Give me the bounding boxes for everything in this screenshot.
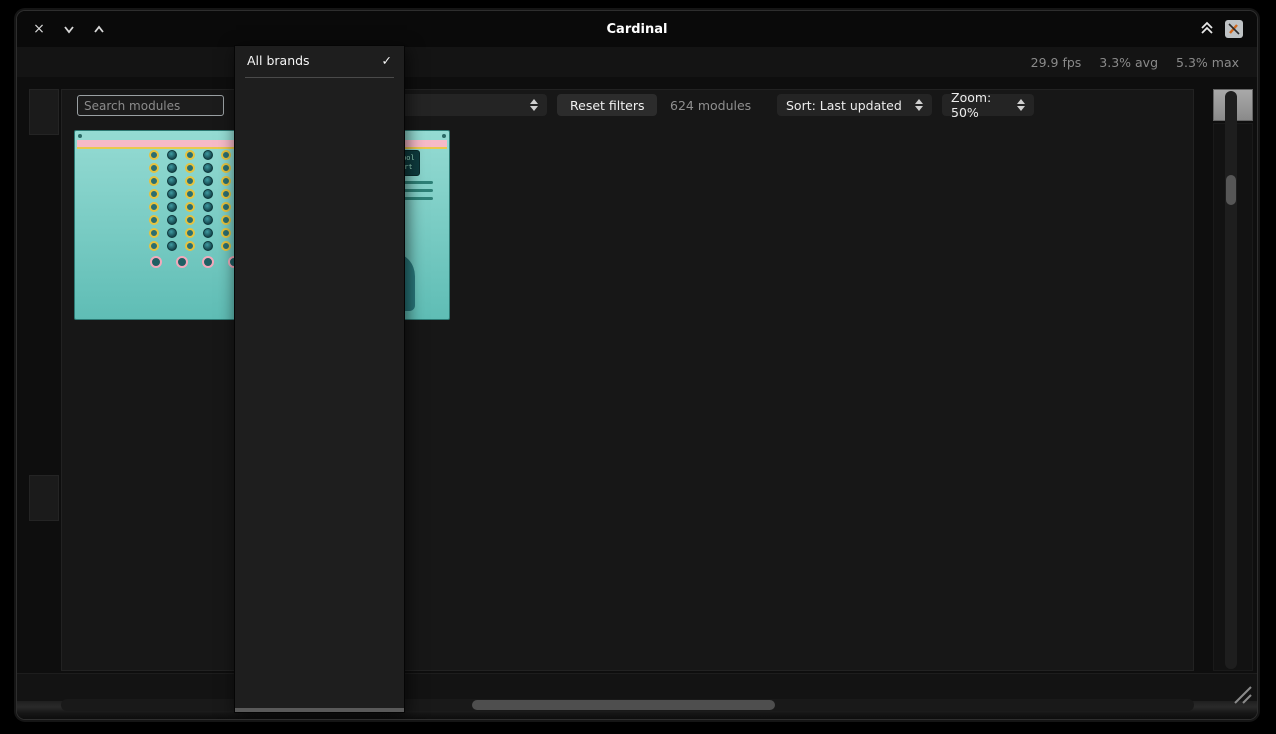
cpu-max-value: 5.3% max <box>1176 55 1239 70</box>
app-window: × Cardinal 29.9 fps 3.3% avg 5.3% max <box>16 10 1258 720</box>
vertical-scrollbar-thumb[interactable] <box>1226 175 1236 205</box>
chevron-down-icon[interactable] <box>61 21 77 37</box>
reset-filters-button[interactable]: Reset filters <box>557 94 657 116</box>
teal-knob-icon <box>203 150 213 160</box>
rack-rail-left-top <box>29 89 59 135</box>
sort-select[interactable]: Sort: Last updated <box>777 94 932 116</box>
spinner-arrows-icon <box>530 99 538 111</box>
yellow-ring-icon <box>149 189 159 199</box>
resize-grip[interactable] <box>1231 683 1253 705</box>
yellow-ring-icon <box>149 163 159 173</box>
tray-pencil-off-icon[interactable] <box>1225 20 1243 38</box>
yellow-ring-icon <box>149 241 159 251</box>
teal-knob-icon <box>167 150 177 160</box>
teal-knob-icon <box>167 215 177 225</box>
dropdown-divider <box>245 77 394 78</box>
yellow-ring-icon <box>149 215 159 225</box>
double-chevron-up-icon[interactable] <box>1199 20 1215 39</box>
rack-rail-bottom <box>17 673 1257 701</box>
teal-knob-icon <box>203 189 213 199</box>
yellow-ring-icon <box>221 202 231 212</box>
yellow-ring-icon <box>185 189 195 199</box>
checkmark-icon: ✓ <box>382 49 392 72</box>
teal-knob-icon <box>203 215 213 225</box>
spinner-arrows-icon <box>915 99 923 111</box>
zoom-select[interactable]: Zoom: 50% <box>942 94 1034 116</box>
dropdown-item-all-brands[interactable]: All brands ✓ <box>235 49 404 72</box>
teal-knob-icon <box>203 241 213 251</box>
yellow-ring-icon <box>149 228 159 238</box>
horizontal-scrollbar[interactable] <box>61 699 1194 711</box>
teal-knob-icon <box>203 202 213 212</box>
module-count: 624 modules <box>670 98 751 113</box>
cpu-avg-value: 3.3% avg <box>1099 55 1158 70</box>
dropdown-scroll-hint <box>235 708 404 712</box>
pink-jack-icon <box>202 256 214 268</box>
performance-stats: 29.9 fps 3.3% avg 5.3% max <box>1031 55 1257 70</box>
yellow-ring-icon <box>221 241 231 251</box>
fps-value: 29.9 fps <box>1031 55 1082 70</box>
pink-jack-icon <box>176 256 188 268</box>
close-icon[interactable]: × <box>31 21 47 37</box>
yellow-ring-icon <box>185 202 195 212</box>
yellow-ring-icon <box>185 215 195 225</box>
zoom-select-label: Zoom: 50% <box>951 90 1007 120</box>
yellow-ring-icon <box>221 189 231 199</box>
module-browser: Tags Reset filters 624 modules Sort: Las… <box>61 89 1194 671</box>
yellow-ring-icon <box>221 228 231 238</box>
search-input[interactable] <box>77 95 224 116</box>
teal-knob-icon <box>167 189 177 199</box>
sort-select-label: Sort: Last updated <box>786 98 902 113</box>
yellow-ring-icon <box>221 215 231 225</box>
teal-knob-icon <box>167 163 177 173</box>
teal-knob-icon <box>203 163 213 173</box>
browser-filter-bar: Tags Reset filters 624 modules Sort: Las… <box>62 90 1193 124</box>
teal-knob-icon <box>167 241 177 251</box>
title-bar: × Cardinal <box>17 11 1257 47</box>
yellow-ring-icon <box>149 202 159 212</box>
yellow-ring-icon <box>149 150 159 160</box>
yellow-ring-icon <box>185 176 195 186</box>
yellow-ring-icon <box>185 241 195 251</box>
yellow-ring-icon <box>185 228 195 238</box>
teal-knob-icon <box>167 176 177 186</box>
dropdown-selected-label: All brands <box>247 49 310 72</box>
rack-rail-left-mid <box>29 475 59 521</box>
vertical-scrollbar[interactable] <box>1225 91 1237 669</box>
yellow-ring-icon <box>221 163 231 173</box>
teal-knob-icon <box>167 202 177 212</box>
teal-knob-icon <box>167 228 177 238</box>
pink-jack-icon <box>150 256 162 268</box>
menu-bar: 29.9 fps 3.3% avg 5.3% max <box>17 47 1257 77</box>
yellow-ring-icon <box>185 150 195 160</box>
horizontal-scrollbar-thumb[interactable] <box>472 700 775 710</box>
yellow-ring-icon <box>185 163 195 173</box>
brand-filter-dropdown: All brands ✓ <box>234 45 405 713</box>
teal-knob-icon <box>203 228 213 238</box>
yellow-ring-icon <box>221 176 231 186</box>
screw-icon <box>442 134 446 138</box>
yellow-ring-icon <box>221 150 231 160</box>
screw-icon <box>78 134 82 138</box>
spinner-arrows-icon <box>1017 99 1025 111</box>
window-title: Cardinal <box>17 22 1257 37</box>
chevron-up-icon[interactable] <box>91 21 107 37</box>
yellow-ring-icon <box>149 176 159 186</box>
teal-knob-icon <box>203 176 213 186</box>
rack-background: Tags Reset filters 624 modules Sort: Las… <box>17 77 1257 719</box>
